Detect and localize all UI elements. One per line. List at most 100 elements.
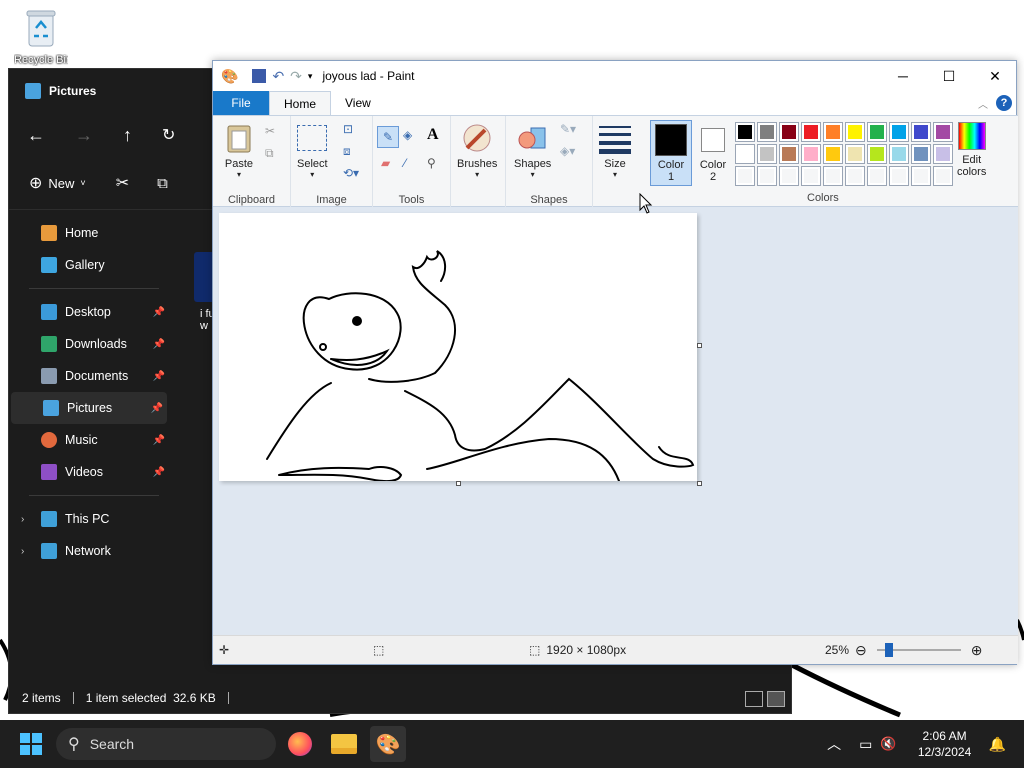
- color-swatch[interactable]: [735, 144, 755, 164]
- chevron-right-icon[interactable]: ›: [21, 514, 24, 525]
- nav-item-network[interactable]: › Network: [9, 535, 169, 567]
- color-swatch[interactable]: [735, 122, 755, 142]
- explorer-tab[interactable]: Pictures: [9, 69, 214, 113]
- recycle-bin-shortcut[interactable]: Recycle Bin: [14, 8, 68, 66]
- nav-item-gallery[interactable]: Gallery: [9, 249, 169, 281]
- color-swatch[interactable]: [801, 122, 821, 142]
- nav-item-documents[interactable]: Documents 📌: [9, 360, 169, 392]
- undo-icon[interactable]: ↶: [272, 68, 284, 85]
- cut-icon[interactable]: ✂: [265, 124, 275, 138]
- refresh-icon[interactable]: ↻: [162, 125, 175, 145]
- details-view-icon[interactable]: [745, 691, 763, 707]
- resize-icon[interactable]: ⧈: [343, 144, 351, 159]
- color-swatch[interactable]: [823, 144, 843, 164]
- color-swatch[interactable]: [889, 144, 909, 164]
- color-swatch[interactable]: [845, 122, 865, 142]
- color-swatch[interactable]: [889, 122, 909, 142]
- taskbar-search[interactable]: ⚲ Search: [56, 728, 276, 760]
- cut-icon[interactable]: ✂: [116, 173, 129, 193]
- color-swatch[interactable]: [845, 144, 865, 164]
- maximize-button[interactable]: ☐: [926, 61, 972, 91]
- nav-item-videos[interactable]: Videos 📌: [9, 456, 169, 488]
- collapse-ribbon-icon[interactable]: ︿: [978, 96, 988, 111]
- color-swatch[interactable]: [911, 122, 931, 142]
- redo-icon[interactable]: ↷: [290, 68, 302, 85]
- firefox-taskbar-button[interactable]: [282, 726, 318, 762]
- size-button[interactable]: Size ▾: [599, 122, 631, 179]
- minimize-button[interactable]: ─: [880, 61, 926, 91]
- tab-home[interactable]: Home: [269, 91, 332, 115]
- shapes-button[interactable]: Shapes ▾: [514, 122, 551, 179]
- paint-taskbar-button[interactable]: 🎨: [370, 726, 406, 762]
- text-icon[interactable]: A: [427, 126, 439, 144]
- taskbar-clock[interactable]: 2:06 AM 12/3/2024: [905, 728, 985, 760]
- canvas-workspace[interactable]: [213, 207, 1018, 637]
- color-swatch[interactable]: [933, 122, 953, 142]
- help-icon[interactable]: ?: [996, 95, 1012, 111]
- custom-color-slot[interactable]: [867, 166, 887, 186]
- forward-icon[interactable]: →: [75, 125, 93, 146]
- rotate-icon[interactable]: ⟲▾: [343, 166, 359, 180]
- resize-handle[interactable]: [456, 481, 461, 486]
- back-icon[interactable]: ←: [27, 125, 45, 146]
- nav-item-this-pc[interactable]: › This PC: [9, 503, 169, 535]
- custom-color-slot[interactable]: [735, 166, 755, 186]
- custom-color-slot[interactable]: [757, 166, 777, 186]
- color-picker-icon[interactable]: ⁄: [404, 156, 406, 170]
- color2-button[interactable]: Color 2: [695, 124, 731, 183]
- fill-shape-icon[interactable]: ◈▾: [560, 144, 575, 158]
- crop-icon[interactable]: ⊡: [343, 122, 353, 136]
- tab-view[interactable]: View: [331, 91, 385, 115]
- eraser-icon[interactable]: ▰: [381, 156, 390, 170]
- fill-icon[interactable]: ◈: [403, 128, 412, 142]
- chevron-right-icon[interactable]: ›: [21, 546, 24, 557]
- magnifier-icon[interactable]: ⚲: [427, 156, 436, 170]
- nav-item-home[interactable]: Home: [9, 217, 169, 249]
- select-button[interactable]: Select ▾: [297, 122, 328, 179]
- tab-file[interactable]: File: [213, 91, 269, 115]
- copy-icon[interactable]: ⧉: [265, 146, 274, 161]
- custom-color-slot[interactable]: [823, 166, 843, 186]
- color-swatch[interactable]: [801, 144, 821, 164]
- volume-muted-icon[interactable]: 🔇: [880, 736, 896, 752]
- zoom-slider[interactable]: [876, 643, 961, 657]
- paint-app-icon[interactable]: 🎨: [221, 68, 238, 85]
- resize-handle[interactable]: [697, 481, 702, 486]
- zoom-in-icon[interactable]: ⊕: [971, 642, 983, 659]
- nav-item-desktop[interactable]: Desktop 📌: [9, 296, 169, 328]
- custom-color-slot[interactable]: [779, 166, 799, 186]
- edit-colors-button[interactable]: Edit colors: [957, 122, 986, 178]
- save-icon[interactable]: [252, 69, 267, 83]
- zoom-slider-thumb[interactable]: [884, 643, 893, 657]
- color-swatch[interactable]: [933, 144, 953, 164]
- color-swatch[interactable]: [867, 144, 887, 164]
- color-swatch[interactable]: [757, 122, 777, 142]
- close-button[interactable]: ✕: [972, 61, 1018, 91]
- custom-color-slot[interactable]: [845, 166, 865, 186]
- color-swatch[interactable]: [757, 144, 777, 164]
- custom-color-slot[interactable]: [801, 166, 821, 186]
- custom-color-slot[interactable]: [911, 166, 931, 186]
- copy-icon[interactable]: ⧉: [157, 175, 168, 192]
- drawing-canvas[interactable]: [219, 213, 697, 483]
- custom-color-slot[interactable]: [933, 166, 953, 186]
- color-swatch[interactable]: [823, 122, 843, 142]
- custom-color-slot[interactable]: [889, 166, 909, 186]
- outline-icon[interactable]: ✎▾: [560, 122, 576, 136]
- new-button[interactable]: ⊕ New ˅: [29, 173, 86, 193]
- color-swatch[interactable]: [867, 122, 887, 142]
- customize-qat-icon[interactable]: ▾: [308, 71, 313, 82]
- tiles-view-icon[interactable]: [767, 691, 785, 707]
- chevron-up-icon[interactable]: ︿: [827, 734, 841, 754]
- nav-item-music[interactable]: Music 📌: [9, 424, 169, 456]
- paste-button[interactable]: Paste ▾: [223, 122, 255, 179]
- color-swatch[interactable]: [779, 122, 799, 142]
- pencil-icon[interactable]: ✎: [377, 126, 399, 148]
- zoom-out-icon[interactable]: ⊖: [855, 642, 867, 659]
- color-swatch[interactable]: [779, 144, 799, 164]
- color1-button[interactable]: Color 1: [650, 120, 692, 186]
- start-icon[interactable]: [20, 733, 42, 755]
- nav-item-downloads[interactable]: Downloads 📌: [9, 328, 169, 360]
- file-explorer-taskbar-button[interactable]: [326, 726, 362, 762]
- brushes-button[interactable]: Brushes ▾: [457, 122, 497, 179]
